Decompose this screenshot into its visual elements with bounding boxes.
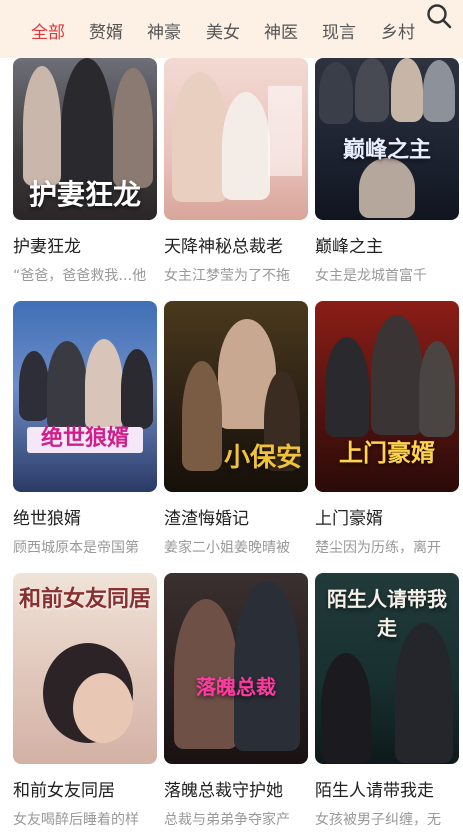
drama-poster[interactable]: 巅峰之主 xyxy=(315,58,459,220)
drama-card[interactable]: 小保安 渣渣悔婚记 姜家二小姐姜晚晴被 xyxy=(164,301,308,557)
drama-card[interactable]: 绝世狼婿 绝世狼婿 顾西城原本是帝国第 xyxy=(13,301,157,557)
drama-poster[interactable] xyxy=(164,58,308,220)
poster-title-text: 小保安 xyxy=(224,443,303,473)
drama-description: 女友喝醉后睡着的样 xyxy=(13,812,139,828)
drama-card[interactable]: 天降神秘总裁老 女主江梦莹为了不拖 xyxy=(164,58,308,285)
tab-shenyi[interactable]: 神医 xyxy=(264,18,298,43)
poster-title-text: 和前女友同居 xyxy=(19,587,152,612)
drama-title: 和前女友同居 xyxy=(13,781,115,801)
tab-xianyan[interactable]: 现言 xyxy=(322,18,356,43)
drama-title: 巅峰之主 xyxy=(315,237,383,257)
poster-title-text: 落魄总裁 xyxy=(196,675,276,699)
drama-description: 顾西城原本是帝国第 xyxy=(13,540,139,556)
search-icon[interactable] xyxy=(425,2,453,30)
drama-title: 绝世狼婿 xyxy=(13,509,81,529)
poster-title-text: 绝世狼婿 xyxy=(40,426,129,451)
drama-description: 姜家二小姐姜晚晴被 xyxy=(164,540,290,556)
drama-poster[interactable]: 上门豪婿 xyxy=(315,301,459,492)
drama-title: 渣渣悔婚记 xyxy=(164,509,249,529)
drama-description: 楚尘因为历练，离开 xyxy=(315,540,441,556)
drama-poster[interactable]: 陌生人请带我走 xyxy=(315,573,459,764)
drama-description: 女孩被男子纠缠，无 xyxy=(315,812,441,828)
top-navigation-bar: 全部 赘婿 神豪 美女 神医 现言 乡村 xyxy=(0,0,463,58)
tab-shenhao[interactable]: 神豪 xyxy=(147,18,181,43)
drama-title: 上门豪婿 xyxy=(315,509,383,529)
drama-title: 天降神秘总裁老 xyxy=(164,237,283,257)
category-tabs: 全部 赘婿 神豪 美女 神医 现言 乡村 xyxy=(0,0,420,58)
drama-title: 落魄总裁守护她 xyxy=(164,781,283,801)
drama-card[interactable]: 巅峰之主 巅峰之主 女主是龙城首富千 xyxy=(315,58,459,285)
drama-poster[interactable]: 和前女友同居 xyxy=(13,573,157,764)
tab-all[interactable]: 全部 xyxy=(31,18,65,43)
tab-xiangcun[interactable]: 乡村 xyxy=(381,18,415,43)
poster-title-text: 巅峰之主 xyxy=(342,138,431,163)
drama-title: 护妻狂龙 xyxy=(13,237,81,257)
drama-description: 总裁与弟弟争夺家产 xyxy=(164,812,290,828)
drama-card[interactable]: 护妻狂龙 护妻狂龙 “爸爸，爸爸救我…他 xyxy=(13,58,157,285)
drama-card[interactable]: 陌生人请带我走 陌生人请带我走 女孩被男子纠缠，无 xyxy=(315,573,459,829)
drama-poster[interactable]: 小保安 xyxy=(164,301,308,492)
poster-title-text: 护妻狂龙 xyxy=(28,178,141,211)
drama-poster[interactable]: 绝世狼婿 xyxy=(13,301,157,492)
drama-description: 女主江梦莹为了不拖 xyxy=(164,268,290,284)
drama-poster[interactable]: 护妻狂龙 xyxy=(13,58,157,220)
tab-meinv[interactable]: 美女 xyxy=(206,18,240,43)
poster-title-text: 陌生人请带我走 xyxy=(327,587,447,640)
drama-poster[interactable]: 落魄总裁 xyxy=(164,573,308,764)
drama-grid: 护妻狂龙 护妻狂龙 “爸爸，爸爸救我…他 天降神秘总裁老 女主江梦莹为了不拖 巅… xyxy=(0,58,463,834)
drama-card[interactable]: 上门豪婿 上门豪婿 楚尘因为历练，离开 xyxy=(315,301,459,557)
drama-card[interactable]: 和前女友同居 和前女友同居 女友喝醉后睡着的样 xyxy=(13,573,157,829)
drama-title: 陌生人请带我走 xyxy=(315,781,434,801)
tab-zhuixu[interactable]: 赘婿 xyxy=(89,18,123,43)
poster-title-text: 上门豪婿 xyxy=(339,439,435,467)
drama-description: 女主是龙城首富千 xyxy=(315,268,427,284)
drama-description: “爸爸，爸爸救我…他 xyxy=(13,268,147,284)
drama-card[interactable]: 落魄总裁 落魄总裁守护她 总裁与弟弟争夺家产 xyxy=(164,573,308,829)
